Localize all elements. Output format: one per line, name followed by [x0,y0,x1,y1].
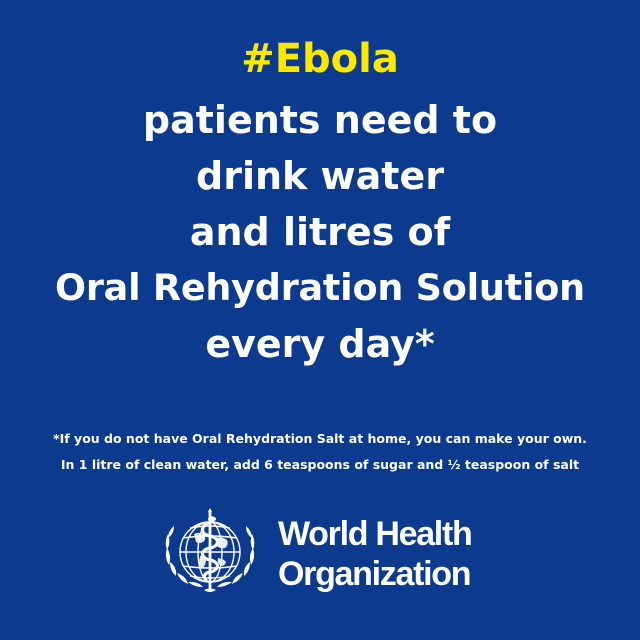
headline-line: Oral Rehydration Solution [55,266,585,309]
organization-name-line: World Health [278,515,473,553]
hashtag: #Ebola [241,36,399,82]
who-logo: World Health Organization [160,504,490,600]
headline: patients need to drink water and litres … [0,92,640,372]
footnote-line: *If you do not have Oral Rehydration Sal… [53,431,587,446]
organization-name-line: Organization [278,555,471,593]
headline-line: patients need to [142,98,498,142]
footnote: *If you do not have Oral Rehydration Sal… [0,426,640,478]
headline-line: drink water [196,154,444,198]
headline-line: every day* [205,322,435,366]
headline-line: and litres of [189,210,451,254]
footnote-line: In 1 litre of clean water, add 6 teaspoo… [60,457,580,472]
organization-name: World Health Organization [278,514,473,594]
who-emblem-icon [165,508,255,592]
poster: #Ebola patients need to drink water and … [0,0,640,640]
